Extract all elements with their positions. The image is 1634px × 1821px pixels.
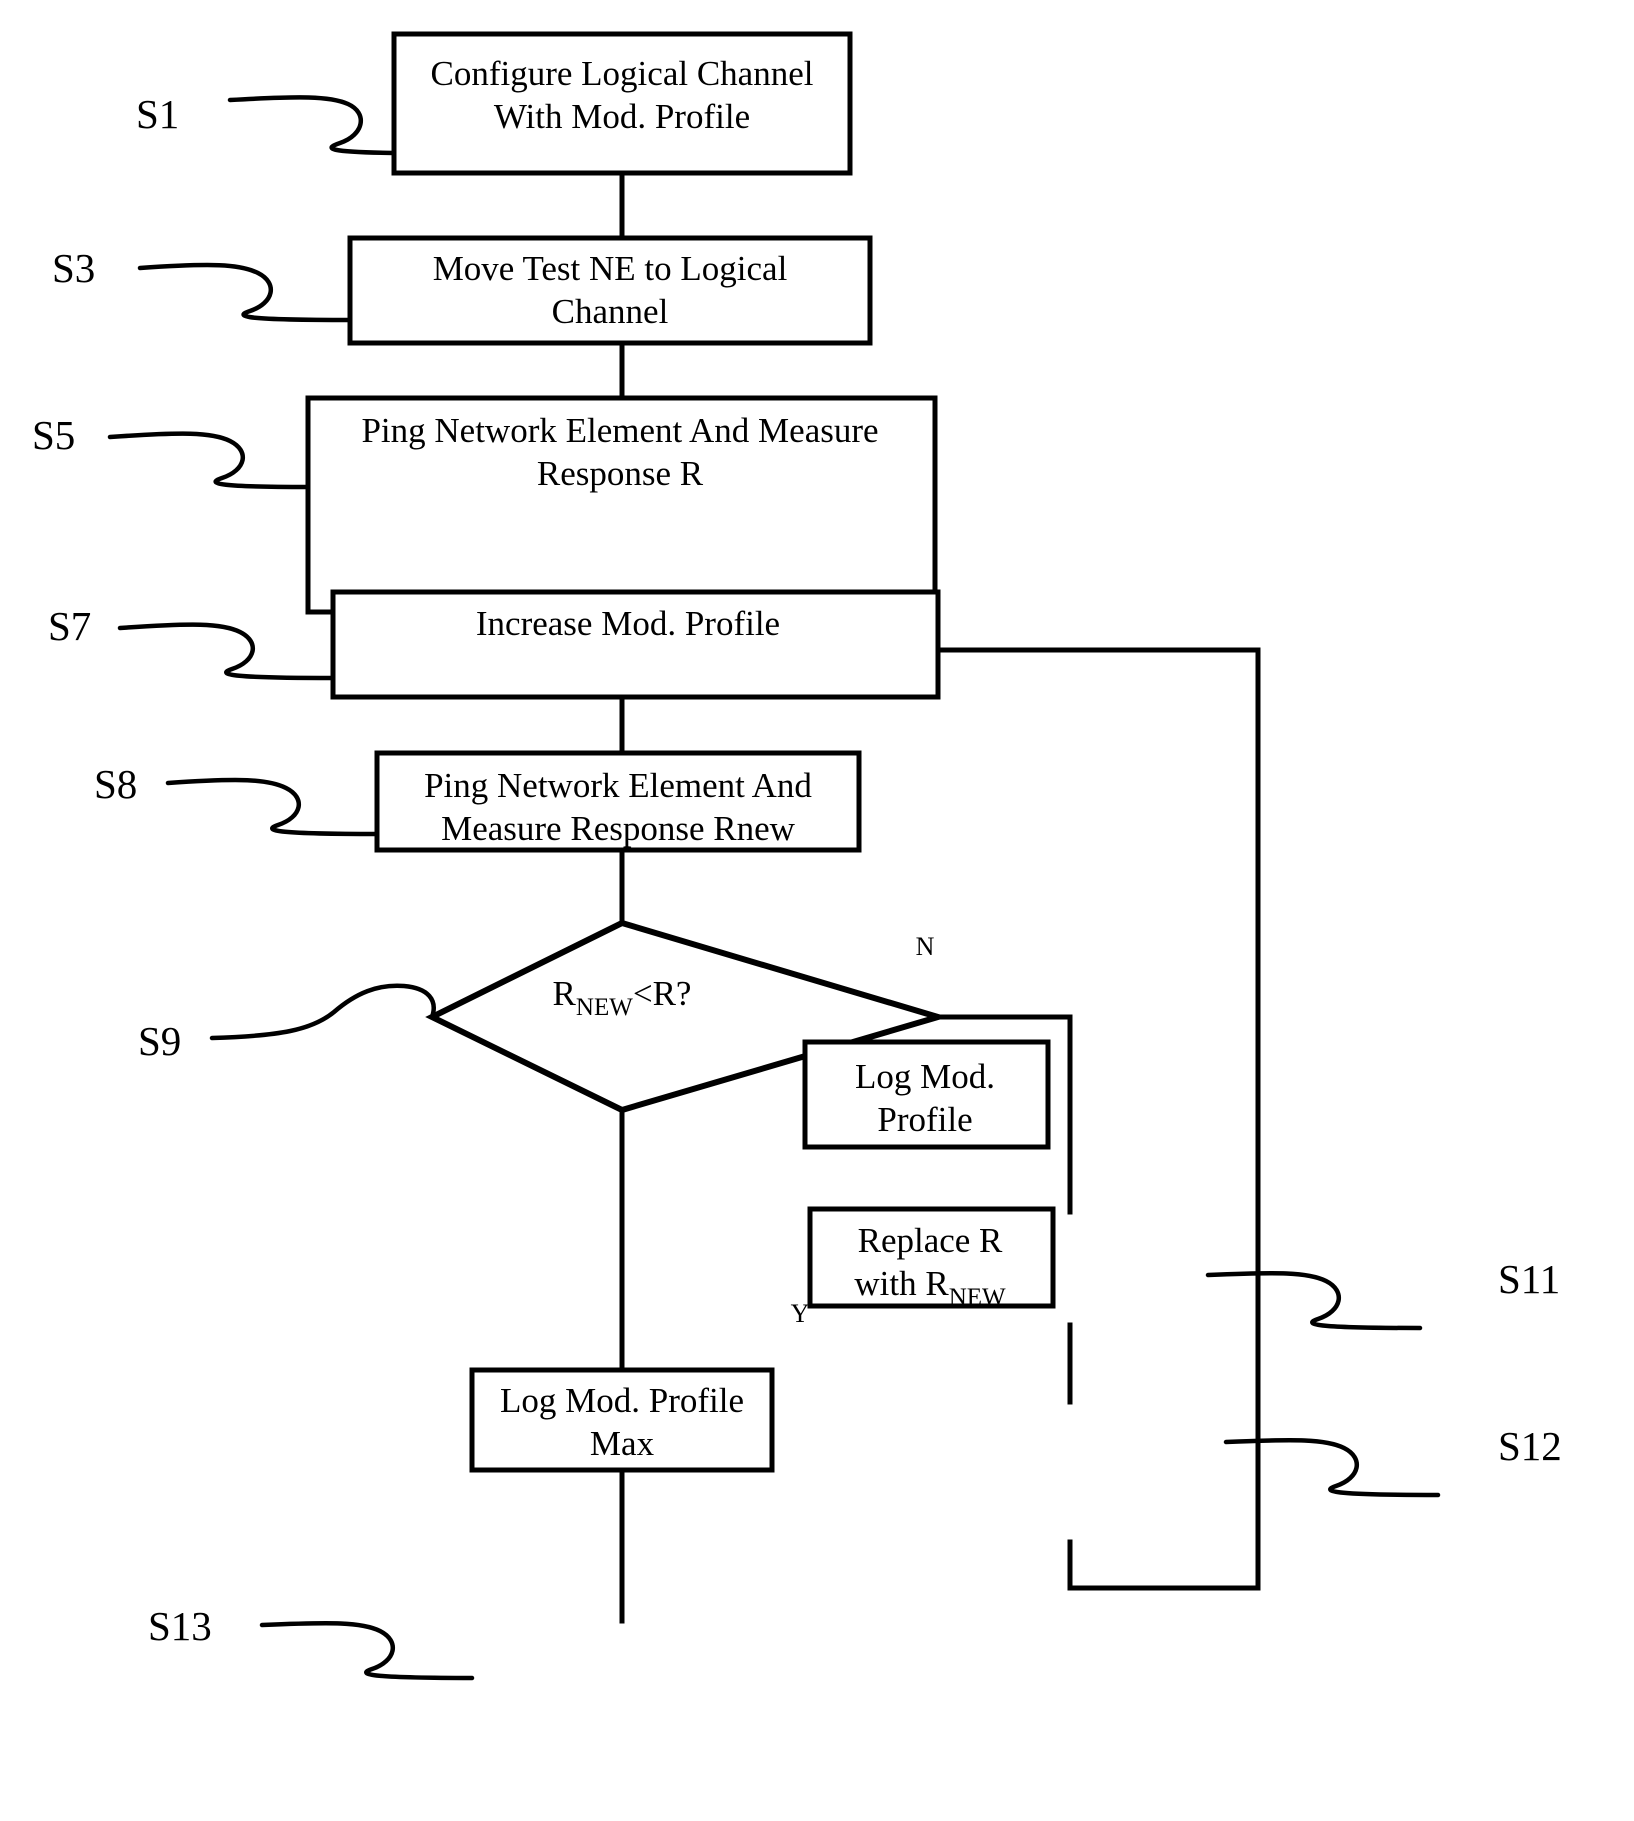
step-label-s13: S13 <box>148 1603 212 1649</box>
leader-line-s3 <box>137 262 353 323</box>
node-text-s1-line2: With Mod. Profile <box>494 97 750 136</box>
leader-line-s1 <box>227 95 397 156</box>
node-text-s12-subscript: NEW <box>949 1284 1006 1311</box>
step-label-s8: S8 <box>94 761 137 807</box>
leader-line-s7 <box>117 622 336 681</box>
leader-line-s11 <box>1205 1270 1423 1331</box>
connector-s12-loopback <box>1067 1539 1261 1591</box>
node-text-s7-line1: Increase Mod. Profile <box>476 604 780 643</box>
step-label-s5: S5 <box>32 412 75 458</box>
step-label-s1: S1 <box>136 91 179 137</box>
node-text-s13-line2: Max <box>590 1424 655 1463</box>
branch-label-yes: Y <box>791 1299 810 1328</box>
node-text-s8-line1: Ping Network Element And <box>424 766 812 805</box>
node-text-s11-line2: Profile <box>877 1100 972 1139</box>
node-text-s3-line1: Move Test NE to Logical <box>433 249 788 288</box>
leader-line-s9 <box>209 983 436 1041</box>
step-label-s3: S3 <box>52 245 95 291</box>
leader-line-s5 <box>107 431 311 490</box>
node-text-s5-line2: Response R <box>537 454 704 493</box>
node-text-s13-line1: Log Mod. Profile <box>500 1381 744 1420</box>
node-text-s9-tail: <R? <box>633 974 692 1013</box>
node-text-s9-subscript: NEW <box>576 994 633 1021</box>
node-text-s11-line1: Log Mod. <box>855 1057 995 1096</box>
node-text-s1-line1: Configure Logical Channel <box>431 54 814 93</box>
step-label-s7: S7 <box>48 603 91 649</box>
node-text-s12-line1: Replace R <box>858 1221 1003 1260</box>
leader-line-s13 <box>259 1620 475 1681</box>
node-text-s3-line2: Channel <box>552 292 669 331</box>
step-label-s9: S9 <box>138 1018 181 1064</box>
flowchart-figure: Configure Logical Channel With Mod. Prof… <box>0 0 1634 1821</box>
node-text-s9-main: R <box>553 974 577 1013</box>
step-label-s11: S11 <box>1498 1256 1560 1302</box>
node-text-s5-line1: Ping Network Element And Measure <box>361 411 878 450</box>
branch-label-no: N <box>916 932 935 961</box>
node-text-s12-main: with R <box>854 1264 949 1303</box>
leader-line-s8 <box>165 777 380 837</box>
flowchart-canvas: Configure Logical Channel With Mod. Prof… <box>32 31 1562 1681</box>
node-text-s8-line2: Measure Response Rnew <box>441 809 796 848</box>
step-label-s12: S12 <box>1498 1423 1562 1469</box>
